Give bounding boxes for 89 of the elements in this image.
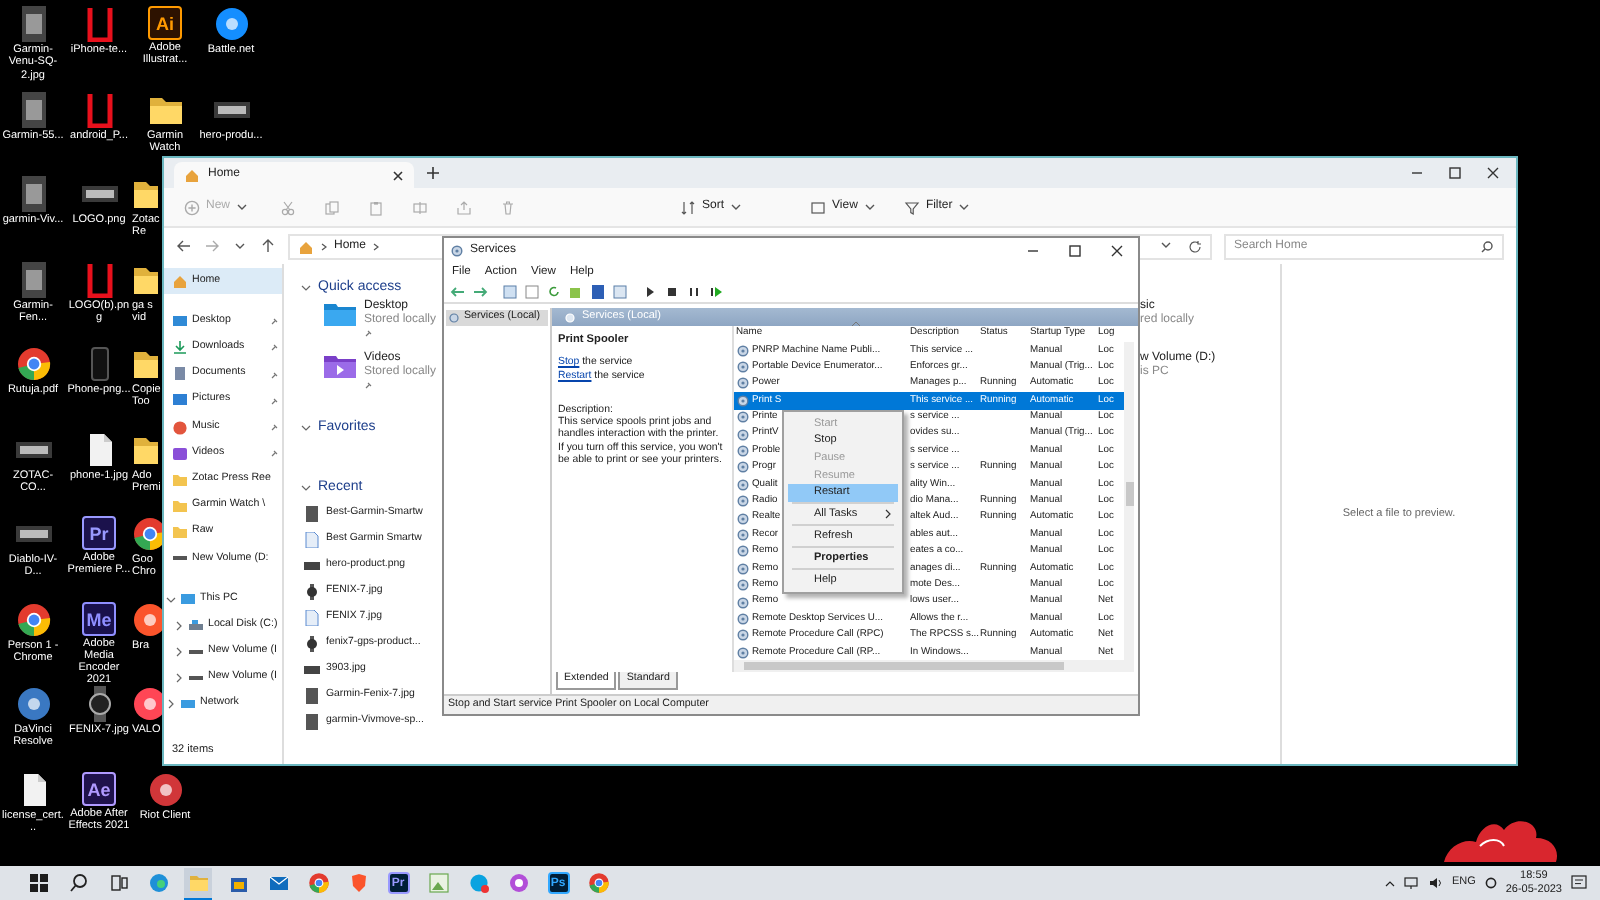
pause-icon[interactable]: [686, 284, 702, 300]
home-icon: [184, 168, 200, 182]
stop-icon[interactable]: [664, 284, 680, 300]
notification-icon[interactable]: [1570, 874, 1588, 892]
gear-icon[interactable]: [1483, 876, 1498, 890]
home-icon: [172, 273, 188, 290]
music-icon: [172, 419, 188, 436]
store-icon: [227, 872, 249, 894]
search-icon: [67, 872, 89, 894]
maximize-icon[interactable]: [1448, 166, 1462, 180]
document-icon: [304, 531, 320, 548]
help-icon[interactable]: [590, 284, 606, 300]
chevron-down-icon[interactable]: [300, 482, 312, 494]
chevron-down-icon[interactable]: [232, 238, 248, 254]
folder-icon: [132, 176, 160, 212]
vertical-scrollbar[interactable]: [1124, 342, 1134, 661]
browser-icon: [15, 601, 51, 637]
plus-icon[interactable]: [426, 166, 440, 180]
caret-icon: [863, 202, 876, 212]
chevron-right-icon[interactable]: [166, 698, 176, 711]
refresh-icon[interactable]: [546, 284, 562, 300]
chevron-right-icon[interactable]: [174, 619, 184, 632]
image-thumbnail-icon: [304, 505, 320, 522]
close-icon[interactable]: [1110, 243, 1124, 257]
horizontal-scrollbar[interactable]: [734, 660, 1134, 673]
view-icon: [810, 199, 827, 215]
play-icon[interactable]: [642, 284, 658, 300]
pin-icon: [364, 328, 374, 338]
image-icon: [427, 872, 449, 894]
gear-icon: [564, 311, 576, 323]
desktop-icon: [172, 313, 188, 330]
forward-arrow-icon[interactable]: [472, 284, 488, 300]
folder-icon: [187, 871, 209, 893]
chevron-right-icon[interactable]: [174, 672, 184, 685]
restart-icon[interactable]: [708, 284, 724, 300]
speaker-icon[interactable]: [1427, 876, 1444, 890]
close-icon[interactable]: [1486, 166, 1500, 180]
new-icon: [184, 199, 200, 215]
browser-icon: [307, 872, 329, 894]
chevron-right-icon[interactable]: [174, 646, 184, 659]
up-arrow-icon[interactable]: [260, 238, 276, 254]
chevron-up-icon[interactable]: [1383, 878, 1396, 888]
caret-icon: [730, 202, 743, 212]
back-arrow-icon[interactable]: [176, 238, 192, 254]
round-app-icon: [507, 872, 529, 894]
windows-logo-icon: [27, 872, 49, 894]
sort-icon: [680, 199, 697, 215]
gear-icon: [450, 243, 464, 257]
maximize-icon[interactable]: [1068, 243, 1082, 257]
task-view-icon: [107, 872, 129, 894]
browser-icon: [587, 872, 609, 894]
computer-icon: [180, 591, 196, 608]
filter-icon: [903, 199, 920, 215]
app-logo: Pr: [82, 516, 116, 550]
video-icon: [172, 445, 188, 462]
home-icon: [298, 239, 314, 253]
chevron-down-icon[interactable]: [300, 282, 312, 294]
download-icon: [172, 339, 188, 356]
browser-icon: [15, 346, 51, 382]
caret-icon: [236, 202, 249, 212]
lion-shield-icon: [347, 872, 369, 894]
watch-icon: [304, 636, 320, 653]
document-icon: [304, 609, 320, 626]
pin-icon: [364, 380, 374, 390]
sort-caret-icon: [850, 320, 862, 328]
watch-icon: [304, 583, 320, 600]
edge-icon: [147, 872, 169, 894]
app-logo: Ae: [82, 771, 116, 805]
chevron-right-icon: [320, 241, 328, 251]
folder-icon: [132, 346, 160, 382]
chat-app-icon: [467, 872, 489, 894]
chevron-right-icon: [372, 241, 381, 251]
network-icon[interactable]: [1403, 876, 1420, 890]
app-logo: Me: [82, 601, 116, 635]
close-icon[interactable]: [392, 169, 404, 181]
chevron-down-icon[interactable]: [1160, 239, 1172, 249]
caret-icon: [958, 202, 971, 212]
document-icon: [172, 366, 188, 383]
folder-icon: [324, 300, 356, 328]
chevron-down-icon[interactable]: [166, 593, 176, 606]
search-icon: [1480, 239, 1494, 253]
chevron-down-icon[interactable]: [300, 422, 312, 434]
video-folder-icon: [324, 352, 356, 380]
gear-icon: [448, 312, 460, 324]
refresh-icon[interactable]: [1188, 239, 1202, 253]
minimize-icon[interactable]: [1410, 166, 1424, 180]
app-logo: Ai: [148, 6, 182, 40]
mail-icon: [267, 872, 289, 894]
picture-icon: [172, 392, 188, 409]
